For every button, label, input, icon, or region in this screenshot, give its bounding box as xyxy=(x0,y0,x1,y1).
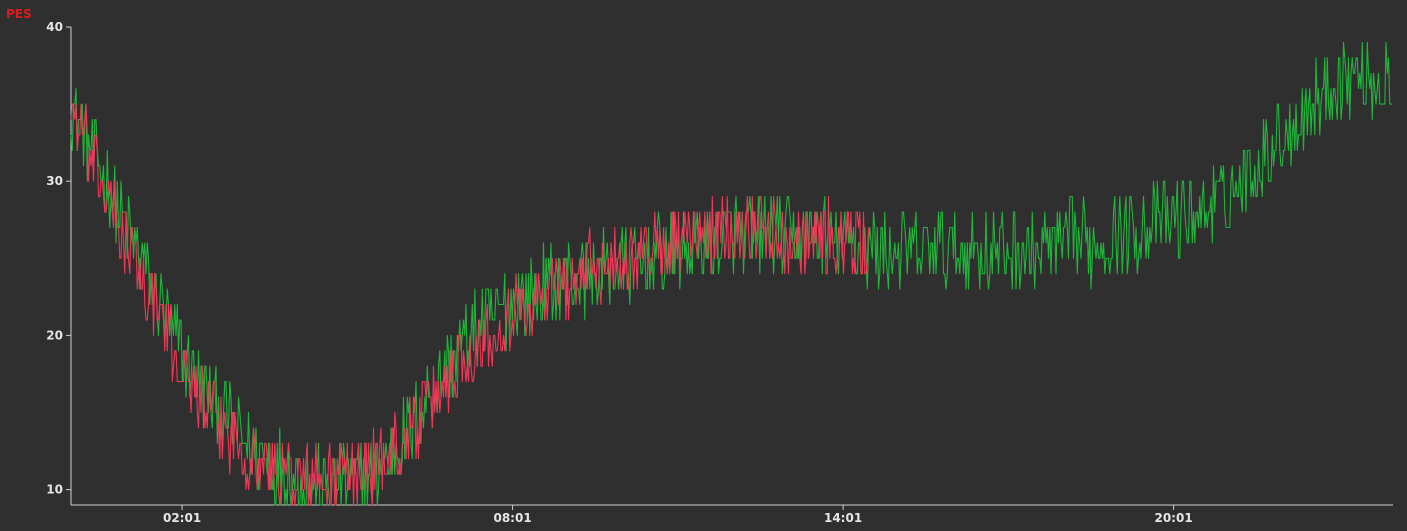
y-tick-label: 40 xyxy=(46,20,63,34)
line-chart: 10 20 30 40 02:01 08:01 14:01 20:01 PES xyxy=(6,7,1393,525)
x-tick-label: 02:01 xyxy=(163,511,201,525)
x-tick-label: 14:01 xyxy=(824,511,862,525)
y-axis-title: PES xyxy=(6,7,32,21)
y-tick-label: 10 xyxy=(46,483,63,497)
axes: 10 20 30 40 02:01 08:01 14:01 20:01 xyxy=(46,20,1393,525)
chart-container: 10 20 30 40 02:01 08:01 14:01 20:01 PES xyxy=(0,0,1407,527)
series-line-1 xyxy=(70,41,1393,506)
series-layer xyxy=(70,41,1393,506)
x-tick-label: 20:01 xyxy=(1154,511,1192,525)
y-tick-label: 20 xyxy=(46,328,63,342)
series-line-2 xyxy=(70,103,870,506)
x-tick-label: 08:01 xyxy=(493,511,531,525)
y-tick-label: 30 xyxy=(46,174,63,188)
